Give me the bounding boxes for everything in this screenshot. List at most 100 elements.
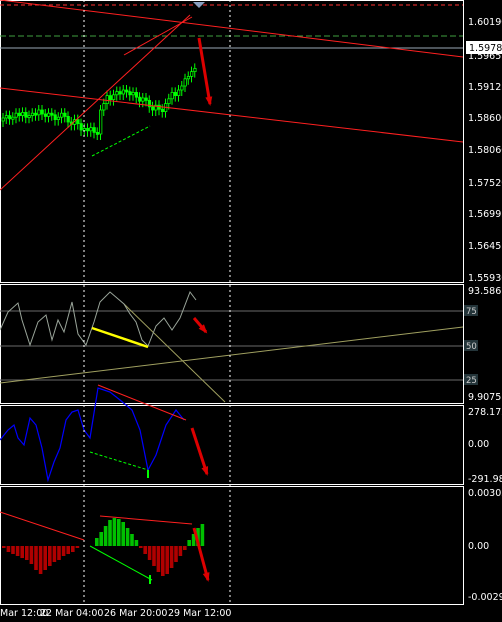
- lower-trendline: [0, 87, 464, 143]
- histogram-bar: [52, 546, 57, 562]
- macd-divergence-line: [89, 451, 149, 471]
- histogram-bar: [6, 546, 11, 552]
- candle-body: [157, 104, 161, 110]
- histogram-bar: [130, 534, 134, 546]
- histogram-bar: [103, 526, 108, 546]
- candle-body: [128, 91, 132, 96]
- candle-body: [92, 127, 96, 133]
- histogram-bar: [125, 528, 130, 546]
- time-label-2: 22 Mar 04:00: [40, 608, 103, 619]
- candle-body: [177, 89, 181, 96]
- panel-frame-4: [0, 486, 464, 605]
- candle-body: [14, 112, 18, 118]
- price-panel[interactable]: 1.60190 1.59653 1.59125 1.58600 1.58060 …: [0, 0, 502, 284]
- candle-body: [193, 68, 197, 73]
- stochastic-curve: [0, 290, 197, 347]
- candle-body: [108, 95, 113, 100]
- histogram-bar: [121, 522, 125, 546]
- histogram-bar: [57, 546, 61, 560]
- histogram-bar: [143, 546, 147, 554]
- candle-body: [144, 97, 148, 101]
- stochastic-divergence-line: [91, 326, 149, 349]
- histogram-bar: [66, 546, 70, 554]
- candle-body: [66, 116, 70, 123]
- histogram-bar: [200, 524, 205, 546]
- histogram-bar: [61, 546, 66, 556]
- price-label-1: 1.60190: [468, 17, 502, 28]
- candlesticks: [1, 63, 197, 140]
- price-label-4: 1.58600: [468, 113, 502, 124]
- candle-body: [138, 96, 142, 102]
- histogram-bar: [11, 546, 15, 554]
- trading-chart[interactable]: 1.60190 1.59653 1.59125 1.58600 1.58060 …: [0, 0, 502, 622]
- price-label-9: 1.55930: [468, 273, 502, 284]
- panel-frame-1: [0, 0, 464, 283]
- macd-max-label: 278.1721: [468, 407, 502, 418]
- candle-body: [115, 91, 119, 96]
- candle-body: [50, 112, 54, 116]
- price-guides: [0, 4, 463, 49]
- histogram-bar: [48, 546, 52, 566]
- current-price-badge: 1.59783: [466, 41, 502, 54]
- candle-body: [173, 92, 178, 97]
- price-trendlines: [0, 0, 464, 191]
- candle-body: [89, 127, 93, 132]
- price-label-8: 1.56455: [468, 241, 502, 252]
- price-label-5: 1.58060: [468, 145, 502, 156]
- candle-body: [105, 95, 109, 104]
- panel-frame-3: [0, 405, 464, 485]
- candle-body: [63, 112, 67, 117]
- candle-body: [134, 92, 139, 98]
- candle-body: [151, 106, 155, 111]
- candle-body: [1, 117, 5, 122]
- oscillator-panel[interactable]: 0.003024 0.00 -0.00290: [0, 488, 502, 603]
- candle-body: [183, 78, 187, 87]
- candle-body: [190, 71, 194, 77]
- candle-body: [47, 112, 51, 117]
- stochastic-level-lines: [0, 303, 464, 403]
- stochastic-level-25: 25: [466, 376, 477, 386]
- panel-frames: [0, 0, 464, 605]
- stochastic-panel[interactable]: 93.586 9.9075 75 50 25: [0, 286, 501, 403]
- histogram-bar: [152, 546, 156, 566]
- candle-body: [21, 112, 25, 117]
- rising-trendline: [0, 14, 191, 191]
- price-axis: 1.60190 1.59653 1.59125 1.58600 1.58060 …: [468, 17, 502, 284]
- candle-body: [160, 108, 165, 112]
- histogram-bar: [20, 546, 24, 558]
- time-label-4: 29 Mar 12:00: [168, 608, 231, 619]
- histogram-bar: [2, 546, 6, 548]
- price-label-7: 1.56995: [468, 209, 502, 220]
- candle-body: [24, 112, 28, 118]
- histogram-bar: [117, 519, 121, 546]
- stochastic-line: [0, 290, 197, 349]
- candle-body: [102, 103, 106, 111]
- candle-body: [121, 89, 126, 95]
- candle-body: [8, 115, 12, 120]
- histogram-divergence-line: [89, 545, 153, 581]
- signal-arrows: [147, 2, 213, 584]
- stochastic-max-label: 93.586: [468, 286, 501, 297]
- candle-body: [34, 112, 38, 116]
- histogram-bar: [112, 518, 117, 546]
- candle-body: [30, 112, 35, 116]
- histogram-bar: [174, 546, 178, 562]
- histogram-bar: [161, 546, 165, 576]
- histogram-bar: [34, 546, 38, 570]
- candle-body: [186, 76, 191, 80]
- macd-panel[interactable]: 278.1721 0.00 -291.981: [0, 384, 502, 485]
- current-price-label: 1.59783: [469, 43, 502, 54]
- candle-body: [95, 131, 100, 135]
- histogram-bar: [139, 546, 143, 548]
- time-axis: Mar 12:00 22 Mar 04:00 26 Mar 20:00 29 M…: [0, 608, 231, 619]
- price-arrow-head: [205, 96, 213, 106]
- candle-body: [112, 94, 116, 101]
- histogram-arrow-head: [202, 572, 210, 582]
- candle-body: [167, 98, 171, 105]
- candle-body: [79, 123, 83, 131]
- candle-body: [56, 116, 61, 120]
- price-label-6: 1.57520: [468, 178, 502, 189]
- panel-frame-2: [0, 284, 464, 404]
- oscillator-min-label: -0.00290: [468, 592, 502, 603]
- stochastic-descending-line: [123, 303, 226, 403]
